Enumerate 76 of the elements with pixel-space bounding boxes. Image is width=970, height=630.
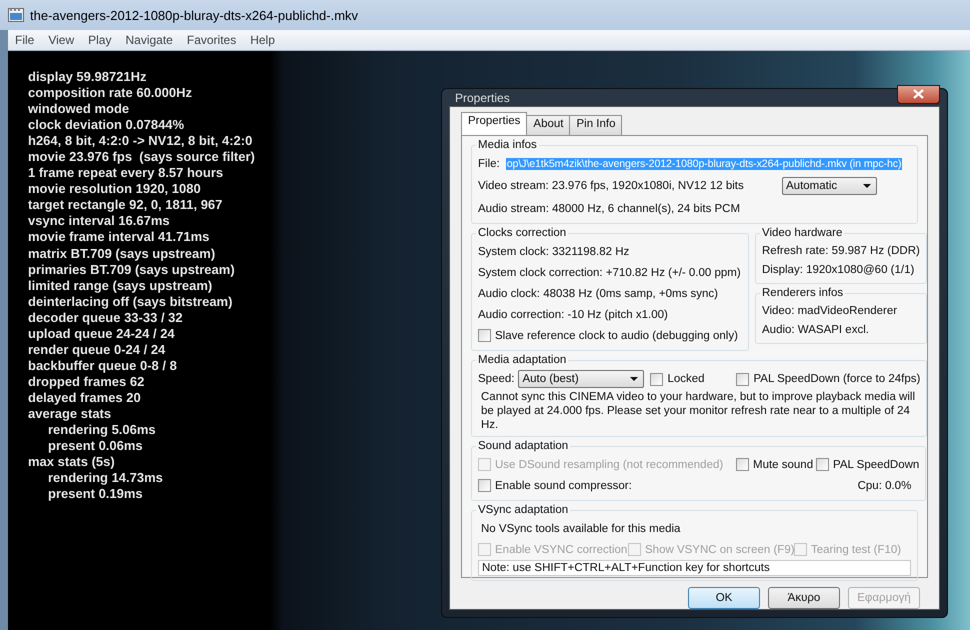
osd-text: rendering 5.06ms — [48, 422, 157, 438]
group-title: Renderers infos — [761, 287, 844, 299]
osd-text: h264, 8 bit, 4:2:0 -> NV12, 8 bit, 4:2:0 — [28, 133, 254, 150]
osd-text: backbuffer queue 0-8 / 8 — [28, 358, 178, 374]
group-title: VSync adaptation — [477, 504, 570, 516]
group-title: Sound adaptation — [477, 440, 570, 452]
osd-text: 1 frame repeat every 8.57 hours — [28, 165, 224, 182]
group-title: Media adaptation — [477, 354, 568, 366]
osd-text: clock deviation 0.07844% — [28, 117, 186, 134]
group-title: Media infos — [477, 139, 538, 151]
checkbox-label: Show VSYNC on screen (F9) — [645, 544, 795, 556]
osd-text: composition rate 60.000Hz — [28, 85, 193, 102]
osd-text: rendering 14.73ms — [48, 470, 164, 486]
osd-text: vsync interval 16.67ms — [28, 213, 171, 230]
note-text: Note: use SHIFT+CTRL+ALT+Function key for shortcuts — [478, 560, 911, 576]
osd-text: upload queue 24-24 / 24 — [28, 326, 176, 342]
info-message: No VSync tools available for this media — [481, 522, 680, 536]
tab[interactable]: Pin Info — [569, 115, 622, 135]
checkbox-label: PAL SpeedDown — [833, 458, 920, 470]
info-message: Cannot sync this CINEMA video to your hardware, but to improve playback media will be played at 24.000 fps. Please set your monitor refresh rate near to a multiple of 24 Hz. — [480, 390, 916, 432]
osd-text: dropped frames 62 — [28, 374, 146, 390]
file-path: op\J\e1tk5m4zik\the-avengers-2012-1080p-bluray-dts-x264-publichd-.mkv (in mpc-hc) — [506, 158, 902, 170]
info-text: System clock: 3321198.82 Hz — [478, 246, 630, 258]
checkbox-label: Tearing test (F10) — [811, 544, 902, 556]
osd-text: present 0.19ms — [48, 486, 144, 502]
osd-text: average stats — [28, 406, 112, 422]
checkbox-label: PAL SpeedDown (force to 24fps) — [753, 373, 920, 385]
dialog-button[interactable]: Άκυρο — [768, 587, 840, 609]
checkbox-label: Slave reference clock to audio (debugging only) — [495, 330, 738, 342]
dialog-title: Properties — [454, 90, 510, 104]
group-title: Clocks correction — [477, 227, 568, 239]
info-text: Audio correction: -10 Hz (pitch x1.00) — [478, 308, 668, 320]
field-label: File: — [478, 158, 500, 170]
checkbox-label: Use DSound resampling (not recommended) — [495, 458, 724, 470]
osd-text: decoder queue 33-33 / 32 — [28, 310, 184, 326]
osd-text: movie frame interval 41.71ms — [28, 229, 210, 246]
osd-text: primaries BT.709 (says upstream) — [28, 262, 236, 278]
osd-text: movie resolution 1920, 1080 — [28, 181, 202, 198]
menu-item[interactable]: View — [41, 33, 82, 47]
info-text: Audio clock: 48038 Hz (0ms samp, +0ms sync) — [478, 288, 718, 300]
checkbox-label: Enable sound compressor: — [495, 480, 632, 492]
osd-text: windowed mode — [28, 101, 130, 118]
menu-item[interactable]: File — [8, 33, 42, 47]
dialog-button[interactable]: OK — [688, 587, 760, 609]
info-text: Video stream: 23.976 fps, 1920x1080i, NV12 12 bits — [478, 180, 744, 192]
osd-text: present 0.06ms — [48, 438, 144, 454]
group-title: Video hardware — [761, 227, 844, 239]
dropdown[interactable]: Auto (best) — [518, 370, 644, 388]
menu-item[interactable]: Help — [243, 33, 282, 47]
info-text: Audio stream: 48000 Hz, 6 channel(s), 24 bits PCM — [478, 202, 740, 214]
osd-text: matrix BT.709 (says upstream) — [28, 246, 216, 262]
info-text: Audio: WASAPI excl. — [762, 324, 869, 336]
info-text: Display: 1920x1080@60 (1/1) — [762, 264, 914, 276]
checkbox-label: Enable VSYNC correction — [495, 544, 628, 556]
tab[interactable]: About — [526, 115, 570, 135]
menu-item[interactable]: Favorites — [180, 33, 244, 47]
menu-item[interactable]: Navigate — [118, 33, 180, 47]
info-text: Refresh rate: 59.987 Hz (DDR) — [762, 244, 920, 256]
osd-text: max stats (5s) — [28, 454, 116, 470]
dropdown[interactable]: Automatic — [782, 177, 877, 195]
osd-text: deinterlacing off (says bitstream) — [28, 294, 234, 310]
info-text: System clock correction: +710.82 Hz (+/- 0.00 ppm) — [478, 266, 741, 278]
info-text: Video: madVideoRenderer — [762, 304, 898, 316]
osd-text: limited range (says upstream) — [28, 278, 214, 294]
osd-text: render queue 0-24 / 24 — [28, 342, 166, 358]
osd-text: target rectangle 92, 0, 1811, 967 — [28, 197, 224, 214]
osd-text: delayed frames 20 — [28, 390, 142, 406]
cpu-usage: Cpu: 0.0% — [858, 480, 912, 492]
checkbox-label: Mute sound — [753, 458, 814, 470]
field-label: Speed: — [478, 373, 514, 385]
menu-item[interactable]: Play — [81, 33, 118, 47]
osd-text: display 59.98721Hz — [28, 69, 148, 86]
tab[interactable]: Properties — [461, 112, 528, 135]
osd-text: movie 23.976 fps (says source filter) — [28, 149, 255, 166]
window-title: the-avengers-2012-1080p-bluray-dts-x264-publichd-.mkv — [30, 8, 358, 22]
checkbox-label: Locked — [667, 373, 705, 385]
